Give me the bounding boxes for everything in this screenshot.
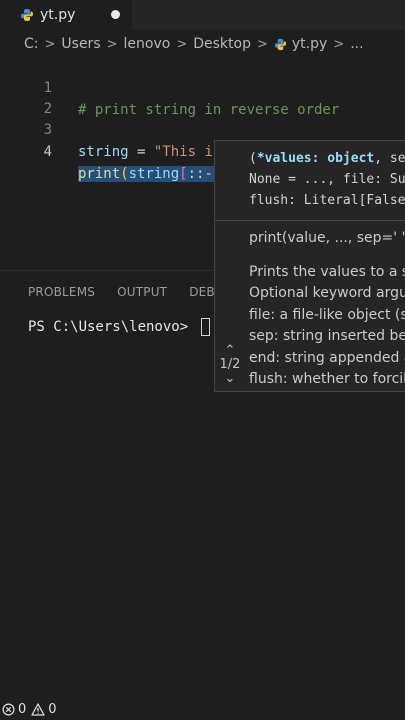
code-line-2: 2 [0,76,405,117]
code-line-3: 3 string = "This is a example string" [0,97,405,160]
doc-line: file: a file-like object (stre [249,306,405,323]
terminal[interactable]: PS C:\Users\lenovo> [28,318,210,336]
breadcrumb-users[interactable]: Users [61,36,100,52]
code-line-4: 4 print(string[::-1]) [0,119,405,183]
code-paren: ( [120,166,129,182]
breadcrumb-lenovo[interactable]: lenovo [124,36,171,52]
sig-line-3: flush: Literal[False [249,193,405,208]
warnings-indicator[interactable]: 0 [31,701,57,717]
breadcrumb-drive[interactable]: C: [24,36,39,52]
chevron-right-icon: > [176,36,188,52]
divider [215,220,405,221]
chevron-right-icon: > [106,36,118,52]
signature-help-popup[interactable]: (*values: object, se None = ..., file: S… [214,140,405,392]
chevron-up-icon[interactable]: ⌃ [217,344,243,358]
doc-line: Optional keyword argum [249,285,405,301]
breadcrumb-desktop[interactable]: Desktop [193,36,251,52]
doc-line: flush: whether to forcibly [249,371,405,387]
errors-indicator[interactable]: 0 [2,702,26,717]
code-slice: :: [187,166,205,182]
signature-docs: print(value, ..., sep=' ', en Prints the … [249,228,405,391]
sig-rest: , se [374,151,405,166]
sig-line-2: None = ..., file: Su [249,172,405,187]
signature-text: (*values: object, se None = ..., file: S… [249,148,405,211]
code-variable: string [128,166,180,182]
doc-signature: print(value, ..., sep=' ', en [249,230,405,246]
breadcrumb-file[interactable]: yt.py [292,36,327,52]
warning-icon [31,702,45,716]
python-file-icon [274,38,286,50]
error-icon [2,703,15,715]
chevron-right-icon: > [256,36,268,52]
doc-line: sep: string inserted betw [249,328,405,344]
tab-filename: yt.py [40,7,76,23]
code-variable: string [78,144,129,160]
sig-active-param: *values: object [256,151,375,166]
chevron-right-icon: > [333,36,345,52]
python-file-icon [21,9,33,21]
doc-line: end: string appended aft [249,349,405,366]
doc-line: Prints the values to a stre [249,263,405,280]
sig-open-paren: ( [249,151,257,166]
error-count: 0 [18,701,27,717]
tab-problems[interactable]: PROBLEMS [28,285,95,299]
code-bracket: [ [179,166,188,182]
terminal-cursor [200,318,210,336]
code-minus: - [204,166,213,182]
chevron-down-icon[interactable]: ⌄ [217,372,243,386]
breadcrumb: C: > Users > lenovo > Desktop > yt.py > … [24,34,364,54]
terminal-prompt: PS C:\Users\lenovo> [28,319,197,335]
signature-page: 1/2 [219,357,241,372]
tab-output[interactable]: OUTPUT [117,285,167,299]
code-line-1: 1 # print string in reverse order [0,55,405,118]
signature-pager: ⌃ 1/2 ⌄ [217,344,243,386]
tab-bar: yt.py [0,0,405,30]
code-operator: = [128,144,154,160]
panel-tabs: PROBLEMS OUTPUT DEBUG [28,285,233,299]
status-bar: 0 0 [0,698,405,720]
line-number: 4 [43,144,52,160]
unsaved-dot-icon[interactable] [111,10,120,19]
editor-tab-yt-py[interactable]: yt.py [0,0,132,30]
warning-count: 0 [48,701,57,717]
breadcrumb-more[interactable]: ... [350,36,363,52]
code-function: print [78,166,121,182]
chevron-right-icon: > [44,36,56,52]
